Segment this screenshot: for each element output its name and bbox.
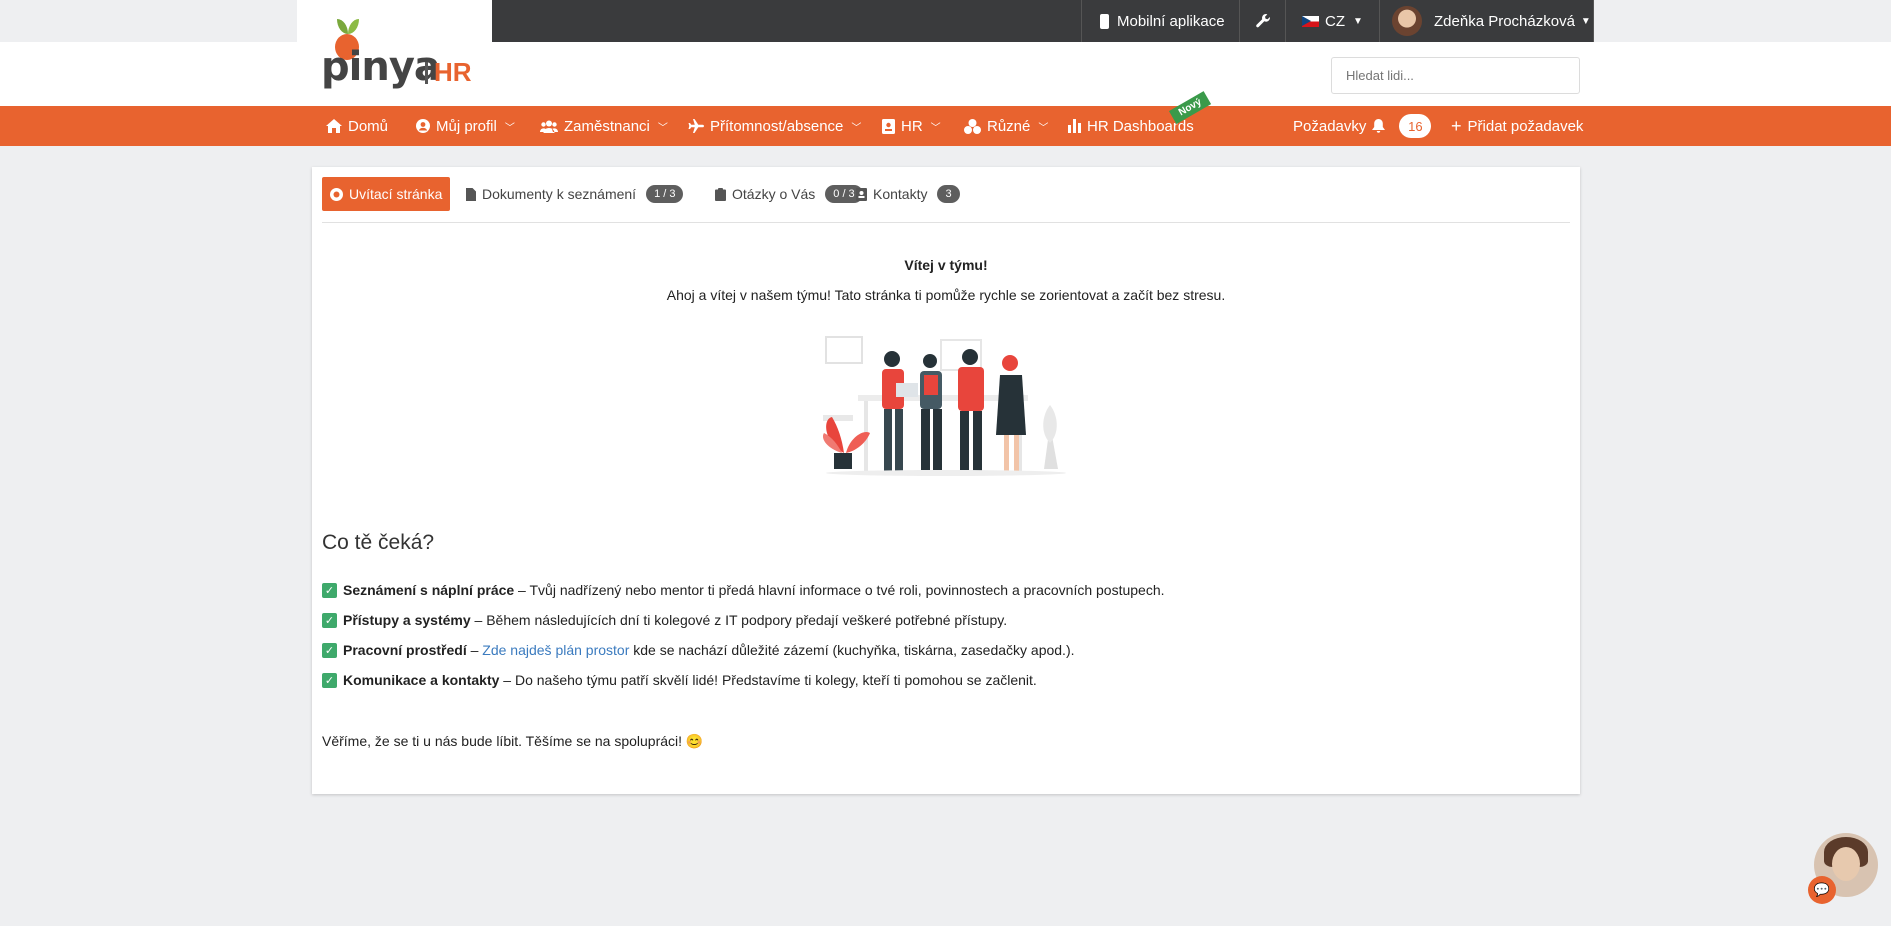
list-item-text: kde se nachází důležité zázemí (kuchyňka… (629, 642, 1075, 658)
home-icon (326, 119, 342, 133)
leaf-icon (348, 19, 359, 34)
tab-label: Otázky o Vás (732, 186, 816, 202)
leaf-icon (337, 19, 348, 34)
bar-chart-icon (1068, 119, 1081, 133)
list-item-title: Seznámení s náplní práce (343, 582, 515, 598)
list-item-title: Pracovní prostředí (343, 642, 467, 658)
wrench-icon (1255, 14, 1270, 28)
mobile-app-label: Mobilní aplikace (1117, 12, 1225, 30)
nav-label: Zaměstnanci (564, 117, 650, 135)
tab-label: Kontakty (873, 186, 928, 202)
section-heading: Co tě čeká? (322, 531, 435, 554)
list-item: ✓ Přístupy a systémy – Během následující… (322, 612, 1007, 628)
logo-suffix: HR (434, 57, 472, 87)
avatar (1392, 6, 1422, 36)
chevron-down-icon: ﹀ (657, 122, 668, 134)
user-name: Zdeňka Procházková (1434, 12, 1575, 30)
list-item-text: – Během následujících dní ti kolegové z … (470, 612, 1008, 628)
caret-down-icon: ▼ (1580, 15, 1591, 27)
chevron-down-icon: ﹀ (1038, 122, 1049, 134)
checkbox-checked-icon: ✓ (322, 612, 337, 628)
checkbox-checked-icon: ✓ (322, 642, 337, 658)
cubes-icon (964, 118, 981, 134)
nav-item-profile[interactable]: Můj profil ﹀ (416, 106, 515, 146)
tab-count-badge: 1 / 3 (646, 185, 684, 203)
plus-icon: + (1451, 116, 1462, 136)
users-icon (540, 120, 558, 133)
header (0, 42, 1891, 106)
requests-button[interactable]: Požadavky 16 (1293, 106, 1432, 146)
logo[interactable]: pinya HR (297, 0, 492, 105)
nav-label: Různé (987, 117, 1031, 135)
nav-label: Domů (348, 117, 389, 135)
tab-documents[interactable]: Dokumenty k seznámení 1 / 3 (458, 177, 691, 211)
team-illustration (822, 336, 1066, 476)
tab-questions[interactable]: Otázky o Vás 0 / 3 (707, 177, 871, 211)
chevron-down-icon: ﹀ (504, 122, 515, 134)
tab-label: Dokumenty k seznámení (482, 186, 637, 202)
tab-count-badge: 3 (937, 185, 960, 203)
floor-plan-link[interactable]: Zde najdeš plán prostor (482, 642, 629, 658)
list-item-title: Komunikace a kontakty (343, 672, 500, 688)
language-label: CZ (1325, 12, 1346, 30)
list-item: ✓ Seznámení s náplní práce – Tvůj nadříz… (322, 582, 1165, 598)
nav-item-home[interactable]: Domů (326, 106, 388, 146)
chat-bubble-icon[interactable]: 💬 (1808, 876, 1836, 904)
tools-button[interactable] (1239, 0, 1285, 42)
nav-item-misc[interactable]: Různé ﹀ (964, 106, 1048, 146)
list-item-text: – (466, 642, 483, 658)
clipboard-icon (715, 187, 726, 201)
list-item-title: Přístupy a systémy (343, 612, 471, 628)
requests-count-badge: 16 (1399, 114, 1432, 138)
list-item: ✓ Komunikace a kontakty – Do našeho týmu… (322, 672, 1037, 688)
add-request-button[interactable]: + Přidat požadavek (1451, 106, 1583, 146)
file-icon (466, 187, 476, 201)
address-book-icon (856, 187, 867, 201)
sun-icon (330, 187, 343, 201)
nav-item-attendance[interactable]: Přítomnost/absence ﹀ (688, 106, 861, 146)
tab-welcome[interactable]: Uvítací stránka (322, 177, 451, 211)
user-circle-icon (416, 119, 430, 133)
nav-item-hr[interactable]: HR ﹀ (882, 106, 941, 146)
content-card: Uvítací stránka Dokumenty k seznámení 1 … (312, 167, 1580, 794)
nav-item-employees[interactable]: Zaměstnanci ﹀ (540, 106, 668, 146)
id-card-icon (882, 118, 895, 134)
welcome-title: Vítej v týmu! (904, 257, 988, 273)
plane-icon (688, 119, 704, 133)
logo-divider (425, 62, 428, 84)
closing-text: Věříme, že se ti u nás bude líbit. Těším… (322, 733, 704, 749)
user-menu[interactable]: Zdeňka Procházková ▼ (1379, 0, 1594, 42)
language-switcher[interactable]: CZ ▼ (1285, 0, 1379, 42)
list-item: ✓ Pracovní prostředí – Zde najdeš plán p… (322, 642, 1075, 658)
chevron-down-icon: ﹀ (851, 122, 862, 134)
mobile-phone-icon (1100, 13, 1109, 29)
nav-label: Můj profil (436, 117, 497, 135)
checkbox-checked-icon: ✓ (322, 582, 337, 598)
list-item-text: – Do našeho týmu patří skvělí lidé! Před… (499, 672, 1037, 688)
checkbox-checked-icon: ✓ (322, 672, 337, 688)
logo-brand: pinya (321, 44, 441, 90)
main-nav (0, 106, 1891, 146)
bell-icon (1372, 119, 1386, 133)
tab-bar: Uvítací stránka Dokumenty k seznámení 1 … (322, 177, 1570, 223)
welcome-subtitle: Ahoj a vítej v našem týmu! Tato stránka … (666, 287, 1226, 303)
tab-contacts[interactable]: Kontakty 3 (848, 177, 968, 211)
chevron-down-icon: ﹀ (930, 122, 941, 134)
mobile-app-link[interactable]: Mobilní aplikace (1081, 0, 1239, 42)
list-item-text: – Tvůj nadřízený nebo mentor ti předá hl… (514, 582, 1165, 598)
add-request-label: Přidat požadavek (1467, 117, 1584, 135)
caret-down-icon: ▼ (1353, 15, 1363, 27)
requests-label: Požadavky (1293, 117, 1367, 135)
chat-avatar-face (1832, 847, 1860, 881)
nav-label: HR (901, 117, 923, 135)
tab-label: Uvítací stránka (349, 186, 443, 202)
search-input[interactable] (1331, 57, 1580, 94)
nav-label: Přítomnost/absence (710, 117, 844, 135)
czech-flag-icon (1302, 15, 1320, 27)
